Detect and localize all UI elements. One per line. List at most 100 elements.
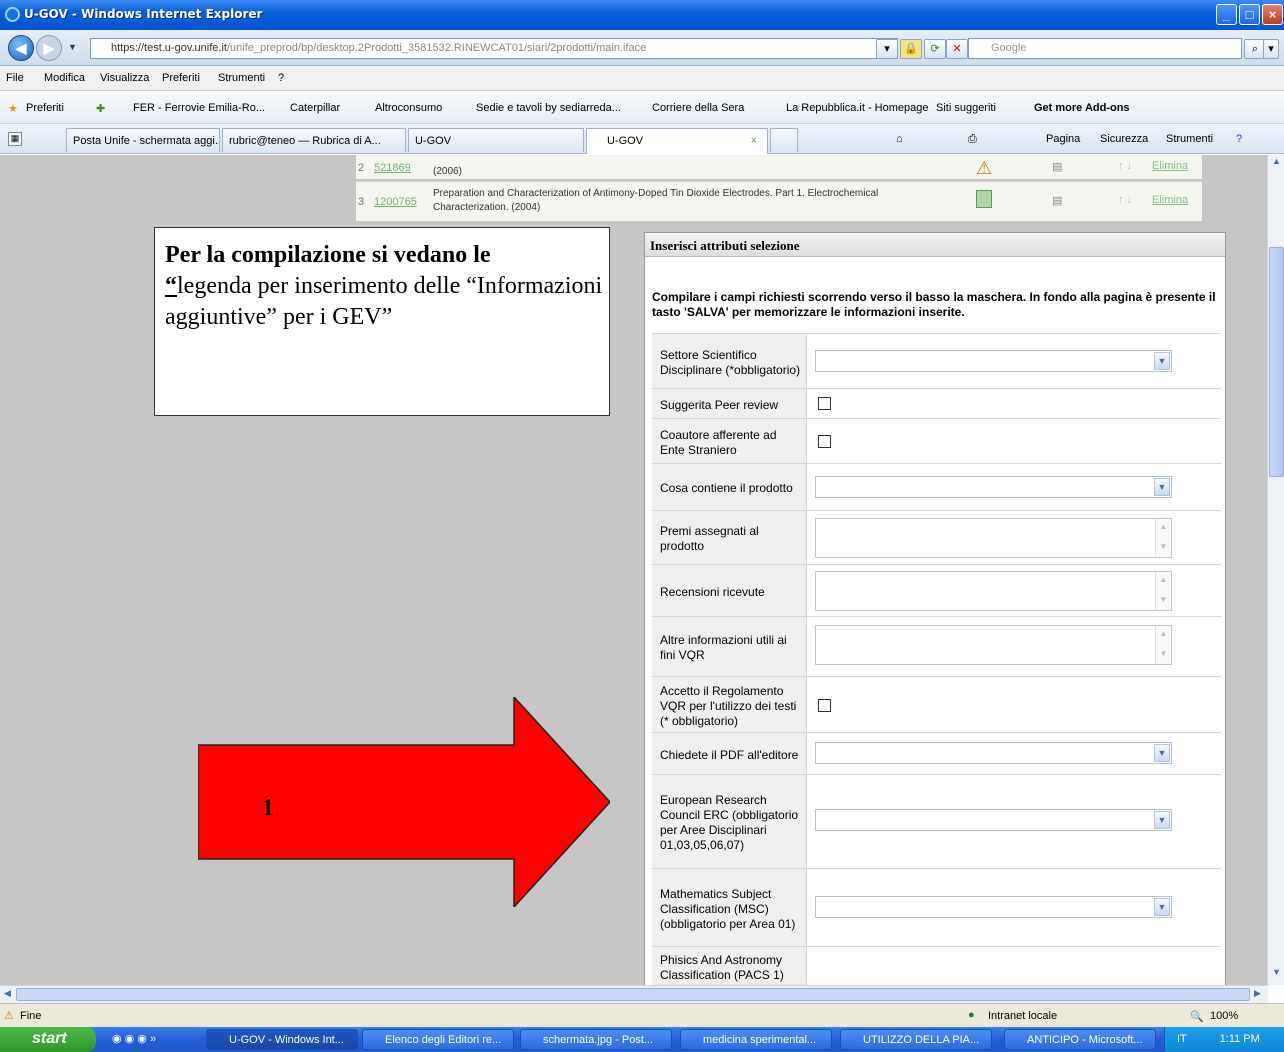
move-icon[interactable]: ↑ ↓ (1118, 194, 1132, 206)
task-elenco-editori[interactable]: Elenco degli Editori re... (362, 1029, 514, 1050)
cmd-pagina[interactable]: Pagina (1046, 133, 1080, 145)
erc-select[interactable]: ▼ (815, 809, 1172, 831)
new-tab-button[interactable] (770, 128, 798, 152)
close-tab-icon[interactable]: × (751, 135, 757, 147)
hscroll-thumb[interactable] (16, 988, 1250, 1001)
fav-caterpillar[interactable]: Caterpillar (290, 102, 340, 114)
address-toolbar: ◀ ▶ ▼ https://test.u-gov.unife.it/unife_… (0, 30, 1284, 66)
stop-icon[interactable]: ✕ (946, 39, 968, 59)
arrow-label: 1 (262, 795, 274, 821)
chevron-down-icon: ▼ (1154, 352, 1170, 370)
task-anticipo[interactable]: ANTICIPO - Microsoft... (1004, 1029, 1156, 1050)
msc-select[interactable]: ▼ (815, 896, 1172, 918)
product-id-link[interactable]: 1200765 (374, 196, 417, 208)
scroll-right-icon[interactable]: ▶ (1254, 988, 1261, 999)
accetto-regolamento-checkbox[interactable] (818, 699, 831, 712)
close-button[interactable]: × (1262, 4, 1283, 25)
warning-icon: ⚠ (4, 1010, 14, 1022)
delete-link[interactable]: Elimina (1152, 194, 1188, 206)
menu-help[interactable]: ? (278, 72, 284, 84)
zoom-icon[interactable]: 🔍 (1190, 1010, 1204, 1023)
url-main: https://test.u-gov.unife.it (111, 42, 227, 54)
move-icon[interactable]: ↑ ↓ (1118, 160, 1132, 172)
tab-ugov[interactable]: U-GOV (408, 128, 584, 152)
print-icon[interactable]: ⎙ (968, 133, 977, 146)
system-tray: IT 1:11 PM (1164, 1027, 1284, 1052)
fav-corriere[interactable]: Corriere della Sera (652, 102, 744, 114)
menu-file[interactable]: File (6, 72, 24, 84)
zone-text: Intranet locale (988, 1010, 1058, 1022)
favorites-button[interactable]: Preferiti (26, 102, 64, 114)
quick-tabs-icon[interactable]: ▦ (8, 132, 22, 146)
fav-sediarreda[interactable]: Sedie e tavoli by sediarreda... (476, 102, 621, 114)
cmd-strumenti[interactable]: Strumenti (1166, 133, 1213, 145)
coautore-checkbox[interactable] (818, 435, 831, 448)
search-input[interactable]: Google (968, 38, 1242, 59)
minimize-button[interactable]: _ (1216, 4, 1237, 25)
field-row-premi: Premi assegnati al prodotto ▲ ▼ (652, 511, 1221, 565)
url-input[interactable]: https://test.u-gov.unife.it/unife_prepro… (90, 38, 898, 59)
chevron-down-icon: ▼ (1154, 898, 1170, 916)
menu-visualizza[interactable]: Visualizza (100, 72, 149, 84)
altre-info-textarea[interactable]: ▲ ▼ (815, 625, 1172, 665)
scroll-thumb[interactable] (1269, 247, 1284, 477)
add-favorite-icon[interactable]: ✚ (96, 102, 105, 115)
status-bar: ⚠ Fine ● Intranet locale 🔍 100% (0, 1003, 1284, 1027)
premi-textarea[interactable]: ▲ ▼ (815, 518, 1172, 558)
menu-preferiti[interactable]: Preferiti (162, 72, 200, 84)
task-ugov[interactable]: U-GOV - Windows Int... (206, 1029, 358, 1050)
fav-altroconsumo[interactable]: Altroconsumo (375, 102, 442, 114)
lock-icon[interactable]: 🔒 (900, 39, 922, 59)
field-row-pdf: Chiedete il PDF all'editore ▼ (652, 733, 1221, 775)
quick-launch-icons[interactable]: ◉ ◉ ◉ » (112, 1032, 156, 1045)
forward-button[interactable]: ▶ (36, 35, 62, 61)
document-icon[interactable]: ▤ (1052, 160, 1062, 173)
field-row-ssd: Settore Scientifico Disciplinare (*obbli… (652, 333, 1221, 389)
pdf-editore-select[interactable]: ▼ (815, 742, 1172, 764)
scroll-up-icon[interactable]: ▲ (1269, 156, 1284, 171)
horizontal-scrollbar[interactable]: ◀ ▶ (0, 985, 1268, 1003)
document-icon[interactable]: ▤ (1052, 194, 1062, 207)
warning-icon: ⚠ (976, 158, 993, 178)
field-row-cosa: Cosa contiene il prodotto ▼ (652, 464, 1221, 511)
maximize-button[interactable]: □ (1239, 4, 1260, 25)
menu-modifica[interactable]: Modifica (44, 72, 85, 84)
search-options-icon[interactable]: ▾ (1263, 39, 1279, 59)
back-button[interactable]: ◀ (8, 35, 34, 61)
fav-fer[interactable]: FER - Ferrovie Emilia-Ro... (133, 102, 265, 114)
product-id-link[interactable]: 521869 (374, 162, 411, 174)
tab-rubrica[interactable]: rubric@teneo — Rubrica di A... (222, 128, 406, 152)
clock[interactable]: 1:11 PM (1220, 1033, 1260, 1045)
home-icon[interactable]: ⌂ (896, 133, 903, 145)
vertical-scrollbar[interactable]: ▲ ▼ (1267, 155, 1284, 985)
tab-ugov-active[interactable]: U-GOV × (586, 128, 768, 154)
table-row: 3 1200765 Preparation and Characterizati… (356, 181, 1202, 221)
tab-posta-unife[interactable]: Posta Unife - schermata aggi... (66, 128, 220, 152)
cmd-sicurezza[interactable]: Sicurezza (1100, 133, 1148, 145)
menu-strumenti[interactable]: Strumenti (218, 72, 265, 84)
scroll-arrows-icon: ▲ ▼ (1155, 519, 1171, 557)
attributes-dialog: Inserisci attributi selezione Compilare … (644, 232, 1226, 985)
zoom-level[interactable]: 100% (1210, 1010, 1238, 1022)
scroll-down-icon[interactable]: ▼ (1269, 967, 1284, 982)
url-dropdown-icon[interactable]: ▾ (876, 39, 898, 59)
scroll-left-icon[interactable]: ◀ (4, 988, 11, 999)
recensioni-textarea[interactable]: ▲ ▼ (815, 571, 1172, 611)
start-button[interactable]: start (0, 1027, 96, 1052)
fav-siti-suggeriti[interactable]: Siti suggeriti (936, 102, 996, 114)
history-dropdown-icon[interactable]: ▼ (68, 42, 77, 52)
dialog-instructions: Compilare i campi richiesti scorrendo ve… (652, 290, 1216, 319)
delete-link[interactable]: Elimina (1152, 160, 1188, 172)
task-schermata[interactable]: schermata.jpg - Post... (520, 1029, 672, 1050)
task-utilizzo[interactable]: UTILIZZO DELLA PIA... (840, 1029, 992, 1050)
fav-get-addons[interactable]: Get more Add-ons (1034, 102, 1130, 114)
ssd-select[interactable]: ▼ (815, 350, 1172, 372)
peer-review-checkbox[interactable] (818, 397, 831, 410)
help-icon[interactable]: ? (1236, 133, 1242, 145)
task-medicina[interactable]: medicina sperimental... (680, 1029, 832, 1050)
cosa-contiene-select[interactable]: ▼ (815, 476, 1172, 498)
language-indicator[interactable]: IT (1177, 1033, 1187, 1045)
refresh-icon[interactable]: ⟳ (924, 39, 946, 59)
fav-repubblica[interactable]: La Repubblica.it - Homepage (786, 102, 928, 114)
field-row-msc: Mathematics Subject Classification (MSC)… (652, 869, 1221, 947)
